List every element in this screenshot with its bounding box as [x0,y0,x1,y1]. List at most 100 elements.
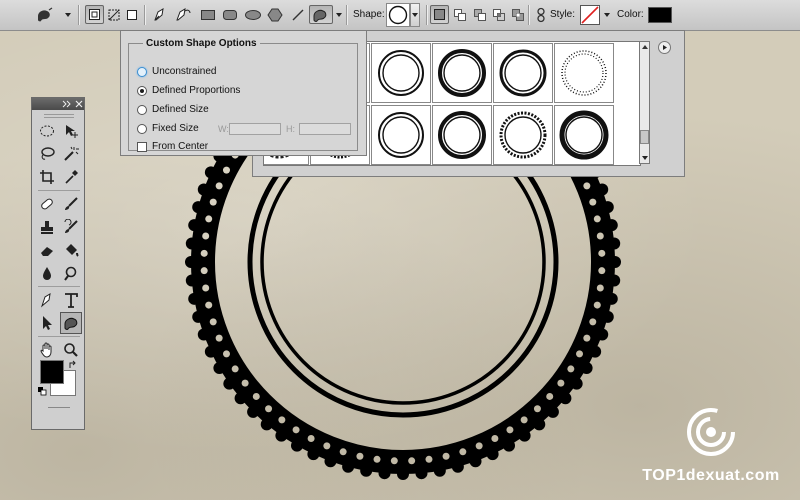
color-label: Color: [617,9,644,20]
healing-brush-icon[interactable] [36,193,58,215]
default-colors-icon[interactable] [37,386,47,396]
width-field[interactable] [229,123,281,135]
magic-wand-icon[interactable] [60,143,82,165]
brush-tool-icon[interactable] [60,193,82,215]
link-icon[interactable] [531,5,550,24]
stamp-tooth [247,405,260,418]
shape-thumbnail[interactable] [432,43,492,103]
stamp-tooth [589,345,602,358]
stamp-tooth [546,405,559,418]
custom-shape-tool-icon[interactable] [60,312,82,334]
stamp-tooth [609,256,621,268]
close-icon[interactable] [75,100,83,108]
scroll-thumb[interactable] [640,130,649,144]
stamp-tooth [559,392,572,405]
shape-thumbnail[interactable] [554,43,614,103]
option-fixed-size[interactable]: Fixed Size [137,123,199,134]
height-field[interactable] [299,123,351,135]
polygon-icon[interactable] [265,5,284,24]
zoom-tool-icon[interactable] [60,339,82,361]
swap-colors-icon[interactable] [68,360,78,370]
stamp-tooth [601,201,614,214]
intersect-area-icon[interactable] [489,5,508,24]
shape-tool-dropdown-icon[interactable] [336,13,342,17]
shape-thumbnail[interactable] [371,105,431,165]
radio-unconstrained[interactable] [137,66,147,77]
path-selection-icon[interactable] [36,312,58,334]
scroll-down-icon[interactable] [640,153,649,163]
crop-tool-icon[interactable] [36,166,58,188]
style-label: Style: [550,9,576,20]
height-label: H: [286,124,295,134]
marquee-tool-icon[interactable] [36,120,58,142]
play-menu-icon [663,45,667,50]
pen-tool-icon[interactable] [36,289,58,311]
style-dropdown-icon[interactable] [604,13,610,17]
pen-icon[interactable] [150,5,169,24]
dodge-tool-icon[interactable] [60,262,82,284]
history-brush-icon[interactable] [60,216,82,238]
blur-tool-icon[interactable] [36,262,58,284]
ellipse-icon[interactable] [243,5,262,24]
freeform-pen-icon[interactable] [173,5,192,24]
option-from-center[interactable]: From Center [137,141,208,152]
preset-dropdown-icon[interactable] [65,13,71,17]
custom-shape-options-popup: Custom Shape Options Unconstrained Defin… [120,30,367,156]
shape-thumbnail[interactable] [432,105,492,165]
custom-shape-icon[interactable] [309,5,333,24]
collapse-panel-icon[interactable] [62,100,72,108]
subtract-area-icon[interactable] [470,5,489,24]
from-center-checkbox[interactable] [137,141,147,152]
option-defined-proportions[interactable]: Defined Proportions [137,85,240,96]
option-defined-size[interactable]: Defined Size [137,104,209,115]
stamp-tooth [605,292,618,305]
picker-menu-button[interactable] [658,41,671,54]
lasso-tool-icon[interactable] [36,143,58,165]
stamp-tooth [469,455,482,468]
stamp-tooth [188,292,201,305]
hand-tool-icon[interactable] [36,339,58,361]
rounded-rectangle-icon[interactable] [220,5,239,24]
shape-picker-dropdown[interactable] [410,3,420,27]
shape-thumbnail[interactable] [371,43,431,103]
shape-thumbnail[interactable] [493,105,553,165]
stamp-tooth [486,448,499,461]
stamp-tooth [415,467,428,480]
new-layer-mode-icon[interactable] [430,5,449,24]
picker-scrollbar[interactable] [639,41,650,164]
tools-panel-header[interactable] [32,98,84,110]
style-swatch[interactable] [580,5,600,25]
move-tool-icon[interactable] [60,120,82,142]
clone-stamp-icon[interactable] [36,216,58,238]
watermark-text: TOP1dexuat.com [642,467,780,484]
eraser-icon[interactable] [36,239,58,261]
stamp-tooth [185,274,198,287]
foreground-color-swatch[interactable] [40,360,64,384]
paths-icon[interactable] [104,5,123,24]
custom-shape-preset-icon[interactable] [34,5,53,24]
paint-bucket-icon[interactable] [60,239,82,261]
stamp-tooth [570,377,583,390]
stamp-tooth [360,464,373,477]
line-icon[interactable] [288,5,307,24]
add-to-area-icon[interactable] [450,5,469,24]
fill-pixels-icon[interactable] [122,5,141,24]
rectangle-icon[interactable] [198,5,217,24]
exclude-overlap-icon[interactable] [508,5,527,24]
scroll-up-icon[interactable] [640,42,649,52]
radio-defined-size[interactable] [137,104,147,115]
eyedropper-icon[interactable] [60,166,82,188]
stamp-tooth [601,310,614,323]
stamp-tooth [260,418,273,431]
shape-thumbnail[interactable] [554,105,614,165]
stamp-tooth [533,418,546,431]
panel-grip[interactable] [44,114,74,118]
radio-defined-proportions[interactable] [137,85,147,96]
shape-thumbnail[interactable] [493,43,553,103]
shape-picker-button[interactable] [386,3,410,27]
option-unconstrained[interactable]: Unconstrained [137,66,216,77]
shape-layers-icon[interactable] [85,5,104,24]
radio-fixed-size[interactable] [137,123,147,134]
color-swatch[interactable] [648,7,672,23]
type-tool-icon[interactable] [60,289,82,311]
